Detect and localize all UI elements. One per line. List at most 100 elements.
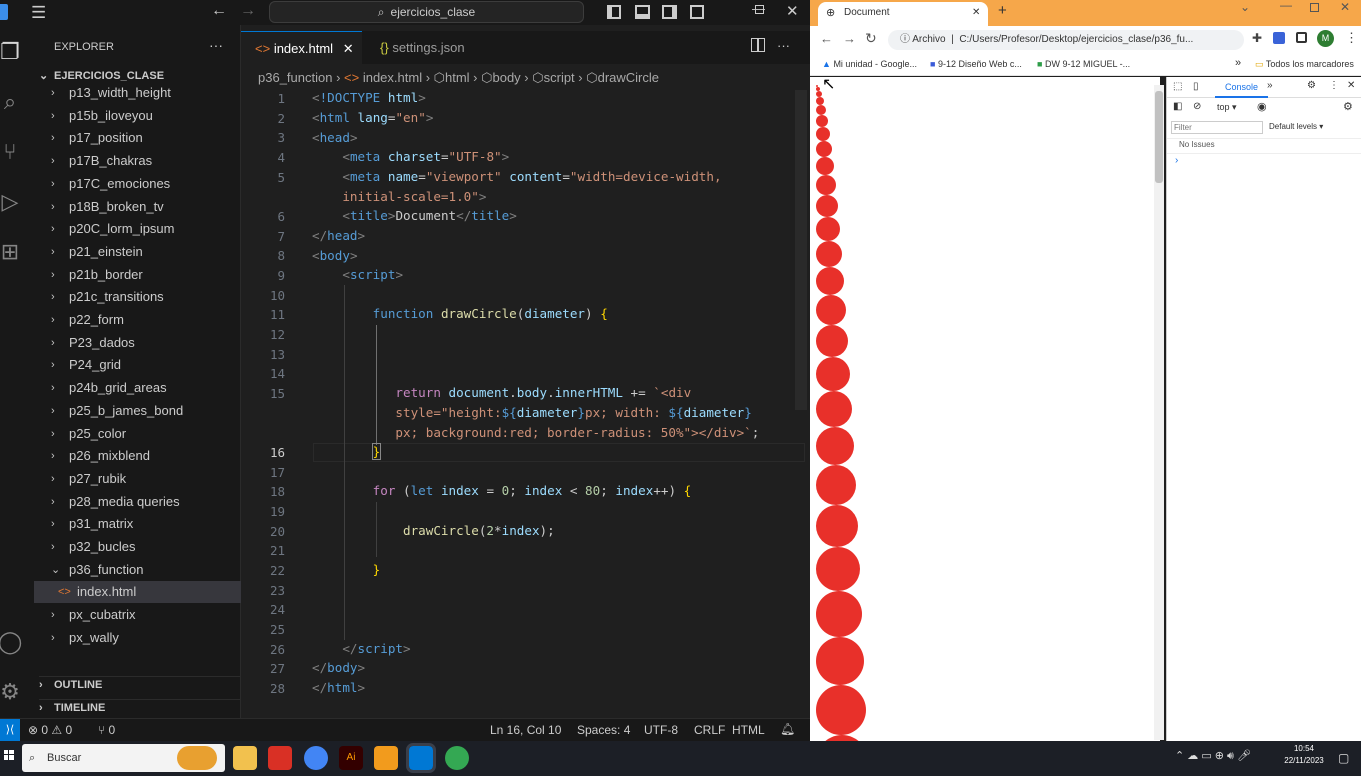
line-endings[interactable]: CRLF xyxy=(694,723,725,737)
cursor-position[interactable]: Ln 16, Col 10 xyxy=(490,723,561,737)
file-item[interactable]: <> index.html xyxy=(34,581,241,604)
problems-status[interactable]: ⊗ 0 ⚠ 0 xyxy=(28,723,72,737)
remote-icon[interactable]: ⟩⟨ xyxy=(0,719,20,742)
encoding[interactable]: UTF-8 xyxy=(644,723,678,737)
run-debug-icon[interactable]: ▷ xyxy=(0,189,24,217)
folder-item[interactable]: › p18B_broken_tv xyxy=(34,196,241,218)
bookmark-dw[interactable]: ■ DW 9-12 MIGUEL -... xyxy=(1037,59,1130,69)
folder-item[interactable]: › p31_matrix xyxy=(34,513,241,535)
breadcrumb-script[interactable]: script xyxy=(544,70,575,85)
back-icon[interactable]: ← xyxy=(820,31,833,46)
back-icon[interactable]: ← xyxy=(211,2,227,20)
device-toolbar-icon[interactable]: ▯ xyxy=(1193,81,1199,92)
close-window-icon[interactable]: ✕ xyxy=(786,2,799,20)
explorer-icon[interactable]: ❐ xyxy=(0,39,24,67)
customize-layout-icon[interactable] xyxy=(690,5,704,19)
file-explorer-icon[interactable] xyxy=(233,746,257,770)
folder-item[interactable]: › p25_b_james_bond xyxy=(34,400,241,422)
language-mode[interactable]: HTML xyxy=(732,723,765,737)
chrome-icon[interactable] xyxy=(304,746,328,770)
sidebar-toggle-icon[interactable]: ◧ xyxy=(1173,101,1182,112)
illustrator-icon[interactable]: Ai xyxy=(339,746,363,770)
console-filter-input[interactable] xyxy=(1171,121,1263,134)
folder-item[interactable]: › p21_einstein xyxy=(34,241,241,263)
address-bar[interactable]: ⓘ Archivo | C:/Users/Profesor/Desktop/ej… xyxy=(888,30,1244,50)
breadcrumb-folder[interactable]: p36_function xyxy=(258,70,332,85)
folder-item[interactable]: › p15b_iloveyou xyxy=(34,105,241,127)
extensions-puzzle-icon[interactable]: ✚ xyxy=(1252,31,1262,45)
folder-item[interactable]: › p21c_transitions xyxy=(34,286,241,308)
forward-icon[interactable]: → xyxy=(843,31,856,46)
live-expression-eye-icon[interactable]: ◉ xyxy=(1257,100,1267,113)
editor-more-icon[interactable]: ··· xyxy=(777,38,790,53)
folder-item[interactable]: › p13_width_height xyxy=(34,82,241,104)
bookmarks-more[interactable]: » xyxy=(1235,57,1241,69)
tab-console[interactable]: Console xyxy=(1215,77,1269,98)
toggle-sidebar-icon[interactable] xyxy=(607,5,621,19)
taskbar-search[interactable]: ⌕ Buscar xyxy=(22,744,225,772)
devtools-close-icon[interactable]: ✕ xyxy=(1347,80,1355,91)
breadcrumb-body[interactable]: body xyxy=(492,70,520,85)
folder-item[interactable]: › p24b_grid_areas xyxy=(34,377,241,399)
devtools-settings-icon[interactable]: ⚙ xyxy=(1307,80,1316,91)
console-settings-icon[interactable]: ⚙ xyxy=(1343,100,1353,113)
toggle-panel-icon[interactable] xyxy=(635,5,650,19)
explorer-more-icon[interactable]: ··· xyxy=(209,37,223,53)
search-view-icon[interactable]: ⌕ xyxy=(0,89,24,117)
tab-search-icon[interactable]: ⌄ xyxy=(1240,0,1250,14)
folder-item[interactable]: › p26_mixblend xyxy=(34,445,241,467)
settings-gear-icon[interactable]: ⚙ xyxy=(0,679,24,707)
console-prompt[interactable]: › xyxy=(1175,155,1178,166)
folder-item[interactable]: › p20C_lorm_ipsum xyxy=(34,218,241,240)
folder-item[interactable]: › p21b_border xyxy=(34,264,241,286)
ports-status[interactable]: ⑂ 0 xyxy=(98,723,115,737)
breadcrumb-file[interactable]: index.html xyxy=(363,70,422,85)
reload-icon[interactable]: ↻ xyxy=(865,30,877,47)
chrome-menu-icon[interactable]: ⋮ xyxy=(1345,30,1358,46)
folder-item[interactable]: › p25_color xyxy=(34,423,241,445)
editor-scrollbar[interactable] xyxy=(795,90,807,410)
folder-item[interactable]: › px_cubatrix xyxy=(34,604,241,626)
close-window-icon[interactable]: ✕ xyxy=(1340,0,1350,14)
folder-item[interactable]: › P23_dados xyxy=(34,332,241,354)
folder-item[interactable]: ⌄ p36_function xyxy=(34,559,241,581)
folder-item[interactable]: › p32_bucles xyxy=(34,536,241,558)
indentation[interactable]: Spaces: 4 xyxy=(577,723,630,737)
minimize-icon[interactable]: — xyxy=(1280,0,1292,12)
more-tabs-icon[interactable]: » xyxy=(1267,80,1273,91)
tab-settings-json[interactable]: {} settings.json xyxy=(366,31,496,64)
notifications-bell-icon[interactable]: 🔔︎ xyxy=(780,722,795,736)
folder-item[interactable]: › p27_rubik xyxy=(34,468,241,490)
clear-console-icon[interactable]: ⊘ xyxy=(1193,101,1201,112)
issues-status[interactable]: No Issues xyxy=(1179,140,1215,149)
bookmark-diseno[interactable]: ■ 9-12 Diseño Web c... xyxy=(930,59,1022,69)
devtools-menu-icon[interactable]: ⋮ xyxy=(1329,80,1339,91)
tab-index-html[interactable]: <> index.html ✕ xyxy=(241,31,362,64)
extensions-icon[interactable]: ⊞ xyxy=(0,239,24,267)
notifications-icon[interactable]: ▢ xyxy=(1338,751,1349,765)
extension-icon[interactable] xyxy=(1273,32,1285,44)
profile-avatar[interactable]: M xyxy=(1317,30,1334,47)
sublime-icon[interactable] xyxy=(374,746,398,770)
bookmark-drive[interactable]: ▲ Mi unidad - Google... xyxy=(822,59,917,69)
folder-item[interactable]: › px_wally xyxy=(34,627,241,649)
folder-item[interactable]: › p17_position xyxy=(34,127,241,149)
outline-section[interactable]: › OUTLINE xyxy=(39,676,241,691)
acrobat-icon[interactable] xyxy=(268,746,292,770)
timeline-section[interactable]: › TIMELINE xyxy=(39,699,241,714)
new-tab-icon[interactable]: + xyxy=(998,2,1007,19)
menu-icon[interactable]: ☰ xyxy=(31,3,46,23)
context-selector[interactable]: top ▾ xyxy=(1217,102,1237,113)
all-bookmarks[interactable]: ▭ Todos los marcadores xyxy=(1255,59,1354,70)
clock[interactable]: 10:54 22/11/2023 xyxy=(1284,744,1324,765)
close-tab-icon[interactable]: ✕ xyxy=(972,2,980,24)
accounts-icon[interactable]: ◯ xyxy=(0,629,24,657)
log-levels-dropdown[interactable]: Default levels ▾ xyxy=(1269,122,1323,131)
close-tab-icon[interactable]: ✕ xyxy=(343,41,354,56)
sidepanel-icon[interactable] xyxy=(1296,32,1307,43)
maximize-icon[interactable] xyxy=(755,5,764,14)
folder-item[interactable]: › P24_grid xyxy=(34,354,241,376)
folder-item[interactable]: › p17C_emociones xyxy=(34,173,241,195)
breadcrumb-html[interactable]: html xyxy=(445,70,470,85)
start-windows-icon[interactable] xyxy=(4,750,14,760)
